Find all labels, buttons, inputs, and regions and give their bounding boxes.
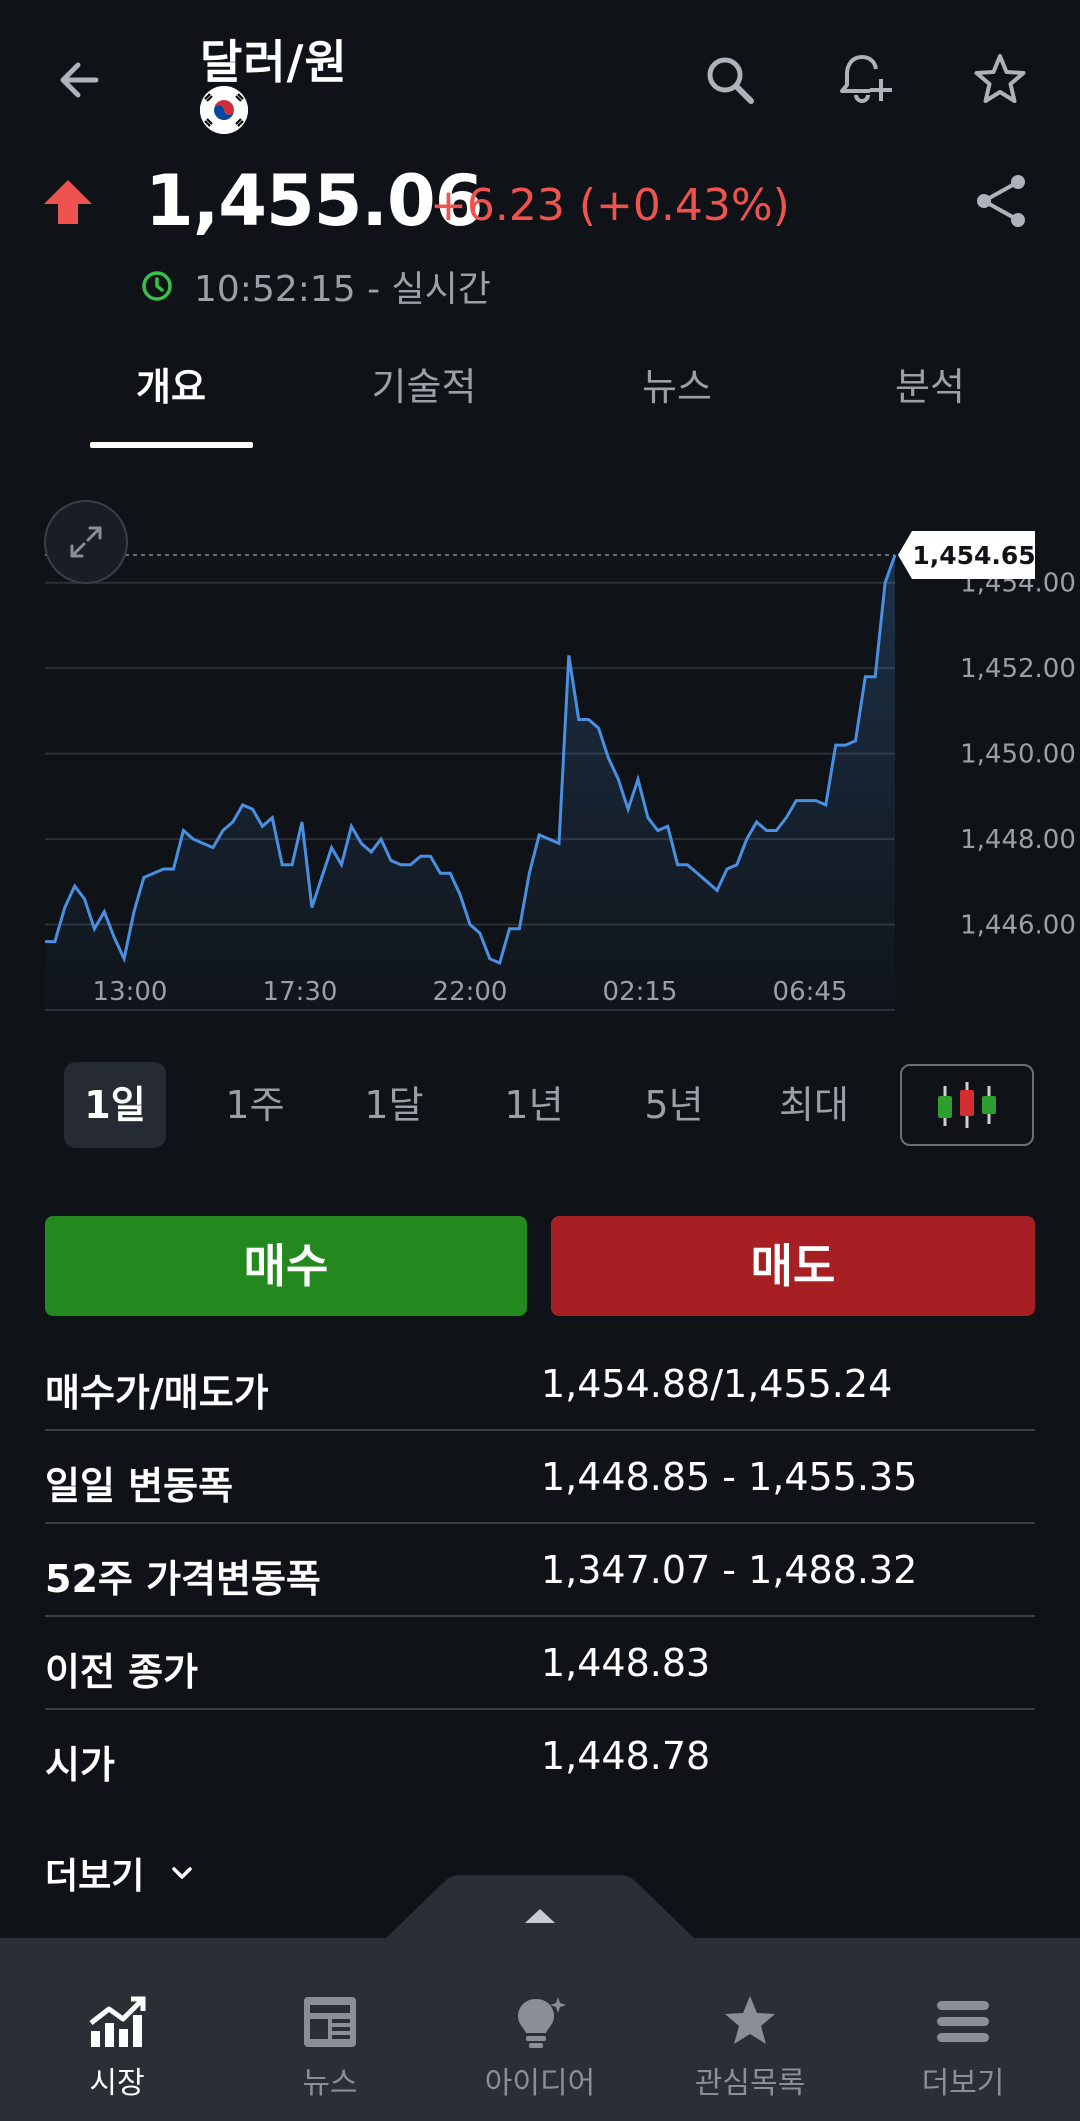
market-icon — [89, 1996, 146, 2047]
tab-technical[interactable]: 기술적 — [324, 355, 524, 450]
share-icon — [977, 175, 1025, 227]
nav-label: 아이디어 — [484, 2066, 596, 2101]
stat-label: 일일 변동폭 — [45, 1464, 234, 1508]
x-tick-label: 17:30 — [263, 977, 338, 1007]
stat-row-52w-range: 52주 가격변동폭 1,347.07 - 1,488.32 — [45, 1524, 1035, 1617]
buy-button[interactable]: 매수 — [45, 1216, 527, 1316]
arrow-left-icon — [60, 62, 99, 98]
range-1m[interactable]: 1달 — [343, 1062, 445, 1148]
current-value-label: 1,454.65 — [912, 541, 1035, 570]
update-time: 10:52:15 - 실시간 — [194, 269, 491, 310]
price-change: +6.23 (+0.43%) — [430, 180, 790, 231]
nav-label: 관심목록 — [694, 2066, 806, 2101]
search-button[interactable] — [690, 40, 770, 120]
quote-stats-table: 매수가/매도가 1,454.88/1,455.24 일일 변동폭 1,448.8… — [45, 1338, 1035, 1803]
stat-row-day-range: 일일 변동폭 1,448.85 - 1,455.35 — [45, 1431, 1035, 1524]
bottom-sheet-handle[interactable] — [385, 1873, 695, 1939]
sell-button[interactable]: 매도 — [551, 1216, 1035, 1316]
nav-more[interactable]: 더보기 — [855, 1938, 1071, 2121]
bottom-navigation: 시장 뉴스 아이디어 관심목록 더보기 — [0, 1938, 1080, 2121]
price-chart[interactable]: 1,446.001,448.001,450.001,452.001,454.00… — [0, 480, 1080, 1020]
stat-value: 1,448.78 — [541, 1734, 711, 1778]
nav-label: 더보기 — [921, 2066, 1005, 2101]
stat-row-prev-close: 이전 종가 1,448.83 — [45, 1617, 1035, 1710]
stat-value: 1,448.83 — [541, 1641, 711, 1685]
current-value-marker: 1,454.65 — [898, 530, 1036, 579]
clock-icon — [142, 271, 172, 301]
show-more-button[interactable]: 더보기 — [45, 1847, 196, 1899]
fullscreen-button[interactable] — [44, 500, 128, 584]
stat-value: 1,347.07 - 1,488.32 — [541, 1548, 918, 1592]
korea-flag-icon — [200, 86, 248, 134]
news-icon — [304, 1997, 356, 2047]
nav-label: 시장 — [89, 2066, 145, 2101]
price-area — [45, 555, 895, 1010]
y-tick-label: 1,446.00 — [960, 911, 1076, 941]
stat-value: 1,448.85 - 1,455.35 — [541, 1455, 918, 1499]
y-tick-label: 1,452.00 — [960, 654, 1076, 684]
stat-row-bid-ask: 매수가/매도가 1,454.88/1,455.24 — [45, 1338, 1035, 1431]
x-tick-label: 06:45 — [773, 977, 848, 1007]
chevron-down-icon — [172, 1867, 193, 1879]
nav-watchlist[interactable]: 관심목록 — [642, 1938, 858, 2121]
watchlist-star-button[interactable] — [960, 40, 1040, 120]
tab-analysis[interactable]: 분석 — [830, 355, 1030, 450]
chart-type-button[interactable] — [900, 1064, 1034, 1146]
bell-plus-icon — [840, 55, 892, 103]
tab-news[interactable]: 뉴스 — [577, 355, 777, 450]
back-button[interactable] — [40, 40, 120, 120]
nav-ideas[interactable]: 아이디어 — [432, 1938, 648, 2121]
y-axis-labels: 1,446.001,448.001,450.001,452.001,454.00 — [960, 569, 1076, 941]
range-1d[interactable]: 1일 — [64, 1062, 166, 1148]
stat-value: 1,454.88/1,455.24 — [541, 1362, 893, 1406]
search-icon — [707, 57, 754, 104]
nav-market[interactable]: 시장 — [9, 1938, 225, 2121]
x-tick-label: 13:00 — [93, 977, 168, 1007]
nav-label: 뉴스 — [302, 2066, 358, 2101]
update-time-row: 10:52:15 - 실시간 — [140, 260, 491, 312]
stat-label: 52주 가격변동폭 — [45, 1557, 321, 1601]
up-arrow-icon — [44, 180, 92, 224]
star-icon — [725, 1996, 775, 2044]
x-tick-label: 02:15 — [603, 977, 678, 1007]
range-5y[interactable]: 5년 — [623, 1062, 725, 1148]
active-tab-indicator — [90, 442, 253, 448]
range-1y[interactable]: 1년 — [483, 1062, 585, 1148]
price-row: 1,455.06 +6.23 (+0.43%) — [0, 160, 1080, 242]
app-screen: 달러/원 1,455.06 +6.23 (+0.43%) 10:52:15 - … — [0, 0, 1080, 2121]
stat-label: 이전 종가 — [45, 1650, 199, 1694]
star-outline-icon — [974, 54, 1026, 103]
page-title: 달러/원 — [200, 35, 348, 89]
show-more-label: 더보기 — [45, 1856, 145, 1897]
stat-row-open: 시가 1,448.78 — [45, 1710, 1035, 1803]
y-tick-label: 1,448.00 — [960, 825, 1076, 855]
menu-icon — [937, 2001, 989, 2042]
add-alert-button[interactable] — [825, 40, 905, 120]
nav-news[interactable]: 뉴스 — [222, 1938, 438, 2121]
tab-overview[interactable]: 개요 — [71, 355, 271, 450]
expand-icon — [70, 526, 102, 558]
x-tick-label: 22:00 — [433, 977, 508, 1007]
stat-label: 매수가/매도가 — [45, 1371, 269, 1415]
candlestick-icon — [938, 1082, 996, 1128]
range-1w[interactable]: 1주 — [204, 1062, 306, 1148]
y-tick-label: 1,450.00 — [960, 740, 1076, 770]
share-button[interactable] — [970, 170, 1032, 232]
idea-icon — [518, 1997, 566, 2048]
stat-label: 시가 — [45, 1743, 115, 1787]
range-max[interactable]: 최대 — [763, 1062, 865, 1148]
section-tabs: 개요 기술적 뉴스 분석 — [0, 355, 1080, 450]
